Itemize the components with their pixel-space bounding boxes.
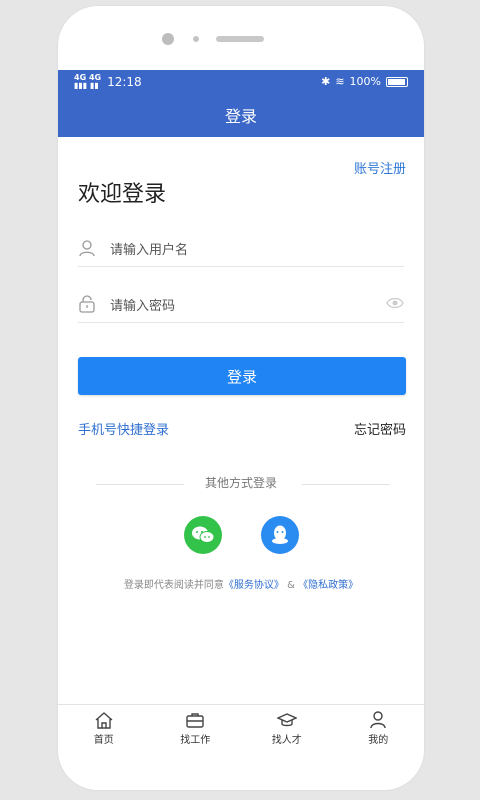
sensor-dot xyxy=(193,36,199,42)
welcome-heading: 欢迎登录 xyxy=(78,182,167,207)
home-icon xyxy=(95,711,113,729)
bluetooth-icon: ✱ xyxy=(321,75,331,88)
password-placeholder: 请输入密码 xyxy=(110,298,176,314)
bottom-tab-bar: 首页 找工作 找人才 我的 xyxy=(58,704,424,751)
qq-icon xyxy=(272,525,288,544)
tab-home-label: 首页 xyxy=(93,734,114,746)
page-title: 登录 xyxy=(224,107,257,126)
wechat-icon xyxy=(192,526,215,543)
wifi-icon: ≋ xyxy=(335,75,345,88)
login-button[interactable]: 登录 xyxy=(78,357,406,395)
username-placeholder: 请输入用户名 xyxy=(110,242,189,258)
agreement-prefix: 登录即代表阅读并同意 xyxy=(123,580,224,591)
camera-icon xyxy=(162,33,174,45)
tab-find-talent[interactable]: 找人才 xyxy=(257,711,317,746)
eye-icon[interactable] xyxy=(386,294,404,312)
lock-icon xyxy=(79,295,95,313)
battery-percent: 100% xyxy=(349,75,381,88)
tab-mine-label: 我的 xyxy=(368,734,389,746)
wechat-login-button[interactable] xyxy=(184,516,222,554)
forgot-password-link[interactable]: 忘记密码 xyxy=(354,419,406,438)
register-link[interactable]: 账号注册 xyxy=(354,158,406,177)
privacy-policy-link[interactable]: 《隐私政策》 xyxy=(298,580,358,591)
phone-login-link[interactable]: 手机号快捷登录 xyxy=(78,419,169,438)
person-icon xyxy=(370,710,386,728)
tab-find-job-label: 找工作 xyxy=(180,734,211,746)
briefcase-icon xyxy=(186,712,204,728)
other-login-label: 其他方式登录 xyxy=(204,476,277,490)
graduation-cap-icon xyxy=(276,712,297,726)
screen: 4G 4G ▮▮▮ ▮▮ 12:18 ✱ ≋ 100% 登录 账号注册 欢迎登录 … xyxy=(58,70,424,751)
status-time: 12:18 xyxy=(107,74,142,89)
service-agreement-link[interactable]: 《服务协议》 xyxy=(224,580,284,591)
user-icon xyxy=(79,240,95,257)
agreement-and: & xyxy=(287,580,295,591)
tab-mine[interactable]: 我的 xyxy=(348,710,408,746)
status-bar: 4G 4G ▮▮▮ ▮▮ 12:18 ✱ ≋ 100% xyxy=(58,70,424,93)
password-field[interactable]: 请输入密码 xyxy=(78,286,404,323)
divider-right xyxy=(302,484,390,485)
title-bar: 登录 xyxy=(58,93,424,137)
speaker-grill xyxy=(216,36,264,42)
qq-login-button[interactable] xyxy=(261,516,299,554)
tab-find-talent-label: 找人才 xyxy=(271,734,302,746)
tab-home[interactable]: 首页 xyxy=(74,711,134,746)
phone-frame: 4G 4G ▮▮▮ ▮▮ 12:18 ✱ ≋ 100% 登录 账号注册 欢迎登录 … xyxy=(58,6,424,790)
username-field[interactable]: 请输入用户名 xyxy=(78,230,404,267)
tab-find-job[interactable]: 找工作 xyxy=(165,711,225,746)
battery-icon xyxy=(386,76,408,87)
signal-icon: 4G 4G ▮▮▮ ▮▮ xyxy=(74,72,102,90)
agreement-text: 登录即代表阅读并同意《服务协议》 & 《隐私政策》 xyxy=(58,576,424,591)
